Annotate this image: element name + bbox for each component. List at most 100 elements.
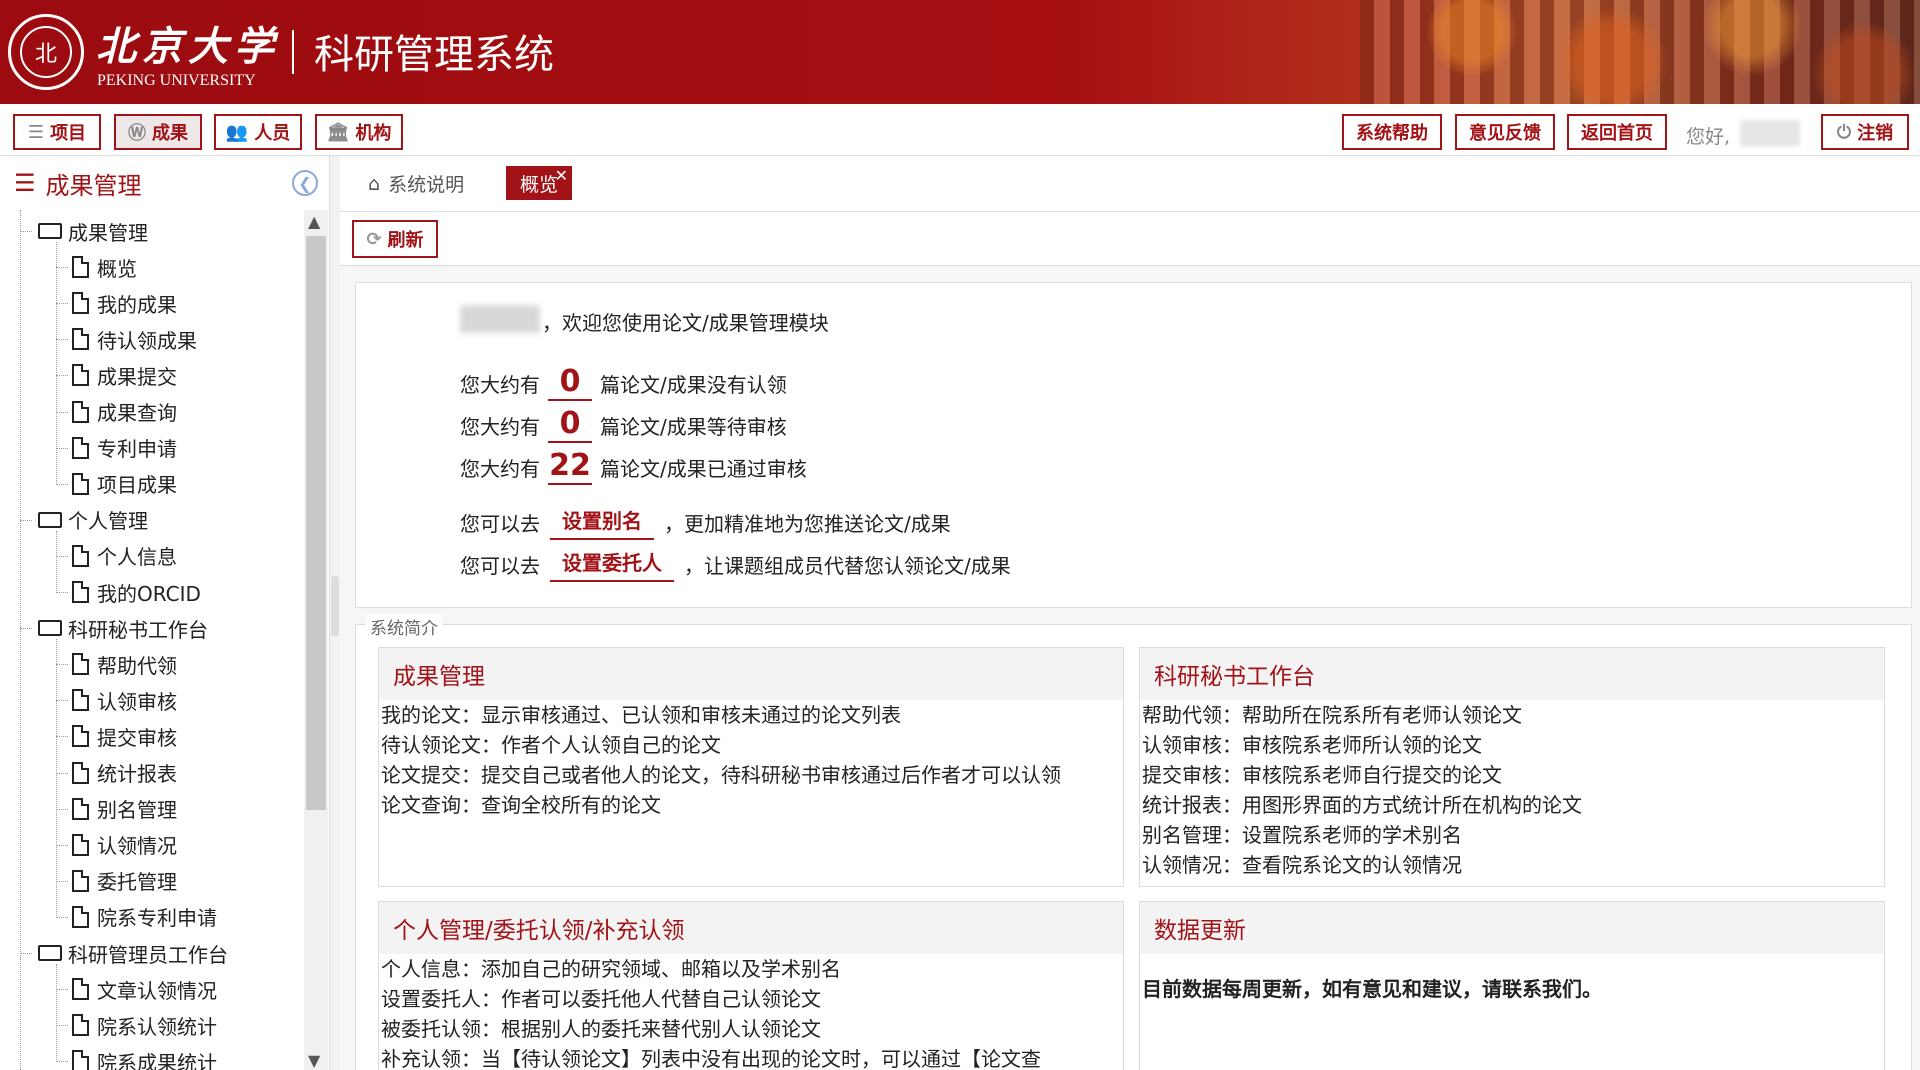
scroll-down-icon[interactable]: ▼ bbox=[308, 1051, 320, 1070]
sidebar-item-label: 成果提交 bbox=[97, 364, 177, 389]
sidebar-item-label: 认领审核 bbox=[97, 689, 177, 714]
document-icon bbox=[72, 581, 89, 603]
tree-connector bbox=[56, 844, 68, 846]
sidebar-item[interactable]: 认领情况 bbox=[72, 830, 177, 860]
sidebar-item[interactable]: 认领审核 bbox=[72, 685, 177, 715]
tab-overview[interactable]: 概览 ✕ bbox=[506, 166, 573, 200]
sidebar-item[interactable]: 项目成果 bbox=[72, 469, 177, 499]
university-name-en: PEKING UNIVERSITY bbox=[97, 72, 256, 89]
document-icon bbox=[72, 653, 89, 676]
tree-connector bbox=[56, 916, 68, 918]
tree-connector bbox=[56, 303, 68, 305]
sidebar-item[interactable]: 专利申请 bbox=[72, 433, 177, 463]
sidebar-item[interactable]: 成果提交 bbox=[72, 360, 177, 390]
user-greeting: 您好, bbox=[1686, 126, 1731, 148]
splitter-grip[interactable] bbox=[331, 576, 339, 636]
sidebar-scrollbar[interactable]: ▲ ▼ bbox=[304, 210, 328, 1070]
sidebar-group[interactable]: 成果管理 bbox=[38, 216, 148, 246]
sidebar-item-label: 待认领成果 bbox=[97, 328, 197, 353]
tree-connector bbox=[56, 664, 68, 666]
nav-button-people[interactable]: 👥 人员 bbox=[214, 114, 302, 150]
sidebar-item[interactable]: 我的ORCID bbox=[72, 577, 201, 607]
stat-value[interactable]: 0 bbox=[548, 365, 592, 401]
sidebar-item-label: 项目成果 bbox=[97, 473, 177, 498]
logout-button[interactable]: ⏻ 注销 bbox=[1821, 114, 1909, 150]
card-title: 数据更新 bbox=[1140, 902, 1884, 954]
content-area: ，欢迎您使用论文/成果管理模块 您大约有 0 篇论文/成果没有认领 您大约有 0… bbox=[340, 266, 1920, 1070]
tab-label: 系统说明 bbox=[388, 174, 465, 196]
collapse-sidebar-icon[interactable]: ❮ bbox=[292, 170, 318, 196]
sidebar-item[interactable]: 院系专利申请 bbox=[72, 902, 217, 932]
sidebar-item[interactable]: 我的成果 bbox=[72, 288, 177, 318]
sidebar-group[interactable]: 个人管理 bbox=[38, 505, 148, 535]
nav-button-label: 项目 bbox=[50, 123, 87, 144]
folder-icon bbox=[38, 511, 62, 528]
sidebar-item[interactable]: 个人信息 bbox=[72, 541, 177, 571]
stat-value[interactable]: 22 bbox=[548, 449, 592, 485]
sidebar-item[interactable]: 提交审核 bbox=[72, 721, 177, 751]
set-alias-line: 您可以去 设置别名 ，更加精准地为您推送论文/成果 bbox=[460, 505, 951, 540]
sidebar-item-label: 院系认领统计 bbox=[97, 1014, 217, 1039]
document-icon bbox=[72, 978, 89, 1001]
tree-connector bbox=[56, 242, 57, 485]
home-icon: ⌂ bbox=[368, 172, 381, 195]
feedback-button[interactable]: 意见反馈 bbox=[1455, 114, 1555, 150]
link-prefix: 您可以去 bbox=[460, 512, 540, 536]
document-icon bbox=[72, 544, 89, 567]
card-line: 被委托认领：根据别人的委托来替代别人认领论文 bbox=[381, 1017, 821, 1041]
tree-connector bbox=[56, 411, 68, 413]
system-help-button[interactable]: 系统帮助 bbox=[1342, 114, 1442, 150]
tree-connector bbox=[20, 210, 21, 1070]
tab-system-description[interactable]: ⌂ 系统说明 bbox=[368, 170, 464, 197]
sidebar-item[interactable]: 成果查询 bbox=[72, 397, 177, 427]
stat-value[interactable]: 0 bbox=[548, 407, 592, 443]
sidebar-item[interactable]: 院系认领统计 bbox=[72, 1010, 217, 1040]
blurred-username bbox=[1740, 120, 1800, 146]
sidebar-group[interactable]: 科研秘书工作台 bbox=[38, 613, 208, 643]
panel-splitter[interactable] bbox=[330, 156, 340, 1070]
scroll-up-icon[interactable]: ▲ bbox=[308, 212, 320, 231]
card-title: 科研秘书工作台 bbox=[1140, 648, 1884, 700]
intro-card-personal: 个人管理/委托认领/补充认领 个人信息：添加自己的研究领域、邮箱以及学术别名 设… bbox=[378, 901, 1124, 1070]
tree-connector bbox=[56, 530, 57, 594]
tree-connector bbox=[56, 700, 68, 702]
stat-suffix: 篇论文/成果没有认领 bbox=[600, 372, 787, 397]
document-icon bbox=[72, 833, 89, 856]
system-intro-panel: 系统简介 成果管理 我的论文：显示审核通过、已认领和审核未通过的论文列表 待认领… bbox=[355, 614, 1912, 1070]
sidebar-item-label: 统计报表 bbox=[97, 762, 177, 786]
menu-icon: ☰ bbox=[14, 169, 36, 197]
stat-prefix: 您大约有 bbox=[460, 456, 540, 481]
tab-label: 概览 bbox=[520, 173, 559, 196]
nav-button-achievements[interactable]: Ⓦ 成果 bbox=[114, 114, 202, 150]
sidebar-group[interactable]: 科研管理员工作台 bbox=[38, 938, 228, 968]
tab-bar: ⌂ 系统说明 概览 ✕ bbox=[340, 156, 1920, 212]
tree-connector bbox=[20, 519, 32, 521]
close-tab-icon[interactable]: ✕ bbox=[555, 166, 568, 185]
scrollbar-thumb[interactable] bbox=[306, 236, 326, 810]
sidebar-item[interactable]: 概览 bbox=[72, 252, 137, 282]
nav-button-institutions[interactable]: 🏛 机构 bbox=[315, 114, 403, 150]
nav-button-label: 人员 bbox=[254, 123, 291, 144]
refresh-button[interactable]: ⟳ 刷新 bbox=[352, 220, 438, 258]
sidebar-item[interactable]: 别名管理 bbox=[72, 794, 177, 824]
sidebar-item[interactable]: 院系成果统计 bbox=[72, 1046, 217, 1070]
set-alias-link[interactable]: 设置别名 bbox=[550, 505, 654, 540]
sidebar-item[interactable]: 统计报表 bbox=[72, 758, 177, 788]
card-line: 论文提交：提交自己或者他人的论文，待科研秘书审核通过后作者才可以认领 bbox=[381, 763, 1061, 787]
sidebar-item[interactable]: 帮助代领 bbox=[72, 649, 177, 679]
sidebar-item[interactable]: 文章认领情况 bbox=[72, 974, 217, 1004]
nav-button-label: 成果 bbox=[152, 123, 188, 144]
card-line: 认领情况：查看院系论文的认领情况 bbox=[1142, 853, 1462, 877]
document-icon bbox=[72, 472, 89, 495]
document-icon bbox=[72, 1014, 89, 1037]
main-panel: ⌂ 系统说明 概览 ✕ ⟳ 刷新 ，欢迎您使用论文/成果管理模块 您大约有 0 … bbox=[340, 156, 1920, 1070]
back-home-button[interactable]: 返回首页 bbox=[1567, 114, 1667, 150]
tree-connector bbox=[20, 628, 32, 630]
list-icon: ☰ bbox=[27, 121, 45, 143]
sidebar-item[interactable]: 委托管理 bbox=[72, 866, 177, 896]
sidebar-item[interactable]: 待认领成果 bbox=[72, 324, 197, 354]
nav-button-projects[interactable]: ☰ 项目 bbox=[13, 114, 101, 150]
sidebar-tree: 成果管理概览我的成果待认领成果成果提交成果查询专利申请项目成果个人管理个人信息我… bbox=[0, 210, 304, 1070]
set-delegate-link[interactable]: 设置委托人 bbox=[550, 547, 674, 582]
card-line: 目前数据每周更新，如有意见和建议，请联系我们。 bbox=[1142, 977, 1602, 1001]
